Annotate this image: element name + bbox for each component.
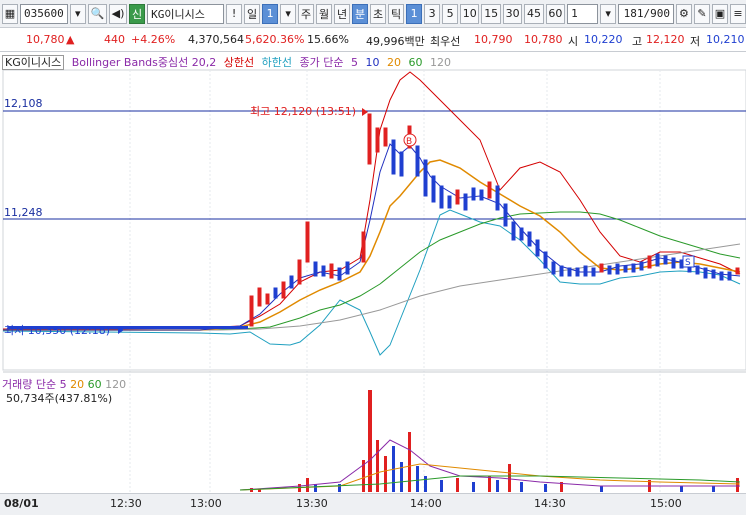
bollinger-lower-line [2, 209, 741, 356]
axis-tick-1230: 12:30 [110, 497, 142, 510]
legend-ma5[interactable]: 5 [351, 56, 358, 69]
axis-date: 08/01 [4, 497, 39, 510]
stock-chart[interactable]: B S 최고 12,120 (13:51) 최저 10,350 (12:18) [0, 0, 746, 514]
legend-bollinger[interactable]: Bollinger Bands중심선 20,2 [72, 56, 217, 69]
volume-bars [239, 390, 741, 492]
legend-ma-label[interactable]: 종가 단순 [299, 56, 343, 69]
legend-ma60[interactable]: 60 [408, 56, 422, 69]
axis-tick-1400: 14:00 [410, 497, 442, 510]
legend-ma20[interactable]: 20 [387, 56, 401, 69]
axis-tick-1430: 14:30 [534, 497, 566, 510]
high-annotation: 최고 12,120 (13:51) [250, 105, 356, 118]
ma60-line [3, 243, 741, 331]
legend-lower[interactable]: 하한선 [262, 56, 292, 69]
axis-tick-1500: 15:00 [650, 497, 682, 510]
sell-marker-label: S [685, 258, 691, 268]
legend-ma120[interactable]: 120 [430, 56, 451, 69]
legend-stock-name[interactable]: KG이니시스 [2, 55, 65, 70]
high-arrow-icon [362, 108, 368, 116]
ma5-line [3, 143, 741, 331]
buy-marker-label: B [406, 137, 412, 147]
axis-tick-1300: 13:00 [190, 497, 222, 510]
volume-info: 50,734주(437.81%) [6, 392, 113, 405]
low-annotation: 최저 10,350 (12:18) [4, 324, 110, 337]
grid-lines [129, 70, 661, 492]
legend-upper[interactable]: 상한선 [224, 56, 254, 69]
legend-ma10[interactable]: 10 [365, 56, 379, 69]
price-level-top: 12,108 [4, 97, 43, 110]
time-axis: 08/01 12:30 13:00 13:30 14:00 14:30 15:0… [0, 493, 746, 515]
candlesticks [8, 113, 740, 329]
price-pane-frame [2, 69, 746, 371]
ma10-line [3, 159, 741, 331]
indicator-legend: KG이니시스 Bollinger Bands중심선 20,2 상한선 하한선 종… [2, 54, 455, 70]
price-level-mid: 11,248 [4, 206, 43, 219]
axis-tick-1330: 13:30 [296, 497, 328, 510]
